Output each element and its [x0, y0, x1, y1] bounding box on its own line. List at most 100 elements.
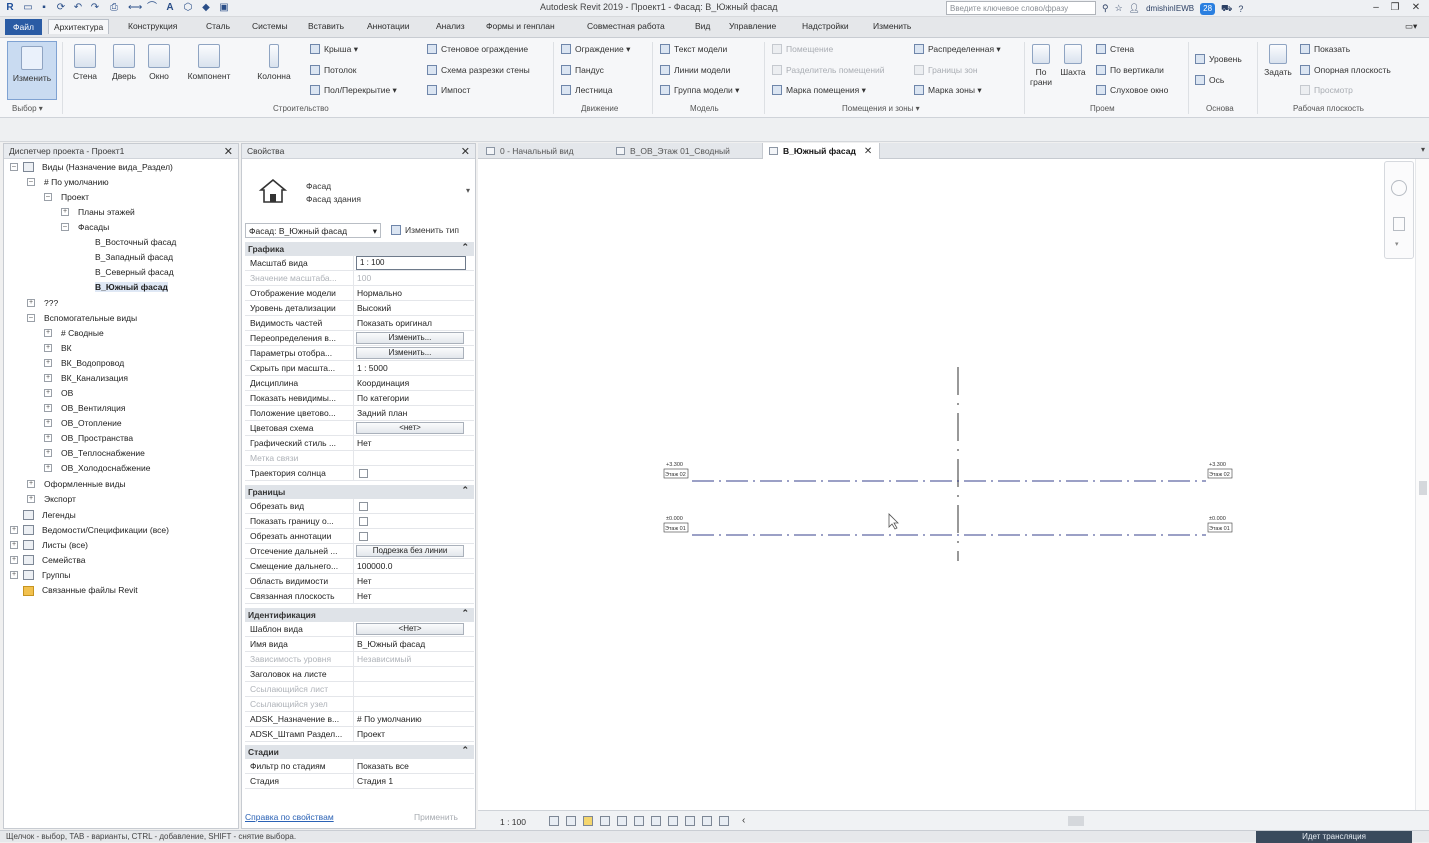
user-icon[interactable]: 👤︎ [1129, 3, 1140, 14]
tree-node-ov[interactable]: ОВ [61, 388, 73, 398]
prop-value[interactable]: Нет [357, 438, 469, 448]
room-group-label[interactable]: Помещения и зоны ▾ [842, 104, 920, 113]
sun-path-checkbox[interactable] [359, 469, 368, 478]
level-button[interactable]: Уровень [1195, 54, 1242, 64]
temporary-hide-icon[interactable] [668, 816, 678, 826]
prop-value[interactable]: # По умолчанию [357, 714, 469, 724]
redo-icon[interactable]: ↷ [89, 2, 101, 14]
collapse-icon[interactable]: – [10, 163, 18, 171]
ramp-button[interactable]: Пандус [561, 65, 604, 75]
collapse-icon[interactable]: – [61, 223, 69, 231]
text-icon[interactable]: A [164, 2, 176, 14]
tab-systems[interactable]: Системы [252, 21, 288, 31]
view-scale[interactable]: 1 : 100 [500, 817, 526, 827]
shadows-icon[interactable] [600, 816, 610, 826]
print-icon[interactable]: ⎙ [108, 2, 120, 14]
type-name[interactable]: Фасад Фасад здания [306, 180, 361, 206]
tab-south-elevation[interactable]: В_Южный фасад ✕ [762, 143, 881, 159]
expand-icon[interactable]: + [27, 495, 35, 503]
sync-icon[interactable]: ⟳ [55, 2, 67, 14]
expand-icon[interactable]: + [44, 344, 52, 352]
revit-logo-icon[interactable]: R [4, 2, 16, 14]
prop-value[interactable]: По категории [357, 393, 469, 403]
tree-node-north-elevation[interactable]: В_Северный фасад [95, 267, 174, 277]
tree-node-ov-cold-supply[interactable]: ОВ_Холодоснабжение [61, 463, 150, 473]
horizontal-scrollbar[interactable] [1068, 816, 1084, 826]
expand-icon[interactable]: + [10, 571, 18, 579]
expand-icon[interactable]: + [44, 389, 52, 397]
properties-help-link[interactable]: Справка по свойствам [245, 812, 334, 822]
tree-node-auxiliary-views[interactable]: Вспомогательные виды [44, 313, 137, 323]
tree-node-project[interactable]: Проект [61, 192, 89, 202]
prop-value[interactable]: Задний план [357, 408, 469, 418]
vertical-opening-button[interactable]: По вертикали [1096, 65, 1164, 75]
restore-icon[interactable]: ❐ [1388, 1, 1402, 15]
dormer-button[interactable]: Слуховое окно [1096, 85, 1168, 95]
tab-annotate[interactable]: Аннотации [367, 21, 410, 31]
tree-node-sheets[interactable]: Листы (все) [42, 540, 88, 550]
section-icon[interactable]: ◆ [200, 2, 212, 14]
tree-node-unknown[interactable]: ??? [44, 298, 58, 308]
crop-region-visible-checkbox[interactable] [359, 517, 368, 526]
select-group-label[interactable]: Выбор ▾ [12, 104, 43, 113]
curtain-system-button[interactable]: Стеновое ограждение [427, 44, 528, 54]
tree-node-vk-water[interactable]: ВК_Водопровод [61, 358, 124, 368]
close-icon[interactable]: ✕ [864, 146, 872, 157]
chevron-down-icon[interactable]: ▾ [1421, 145, 1425, 154]
save-icon[interactable]: ▪ [38, 2, 50, 14]
sun-path-icon[interactable] [583, 816, 593, 826]
star-icon[interactable]: ☆ [1115, 3, 1123, 14]
section-extents[interactable]: Границы ⌃ [245, 485, 474, 499]
prop-row[interactable]: Отображение модели Нормально [245, 286, 474, 301]
tab-manage[interactable]: Управление [729, 21, 776, 31]
model-line-button[interactable]: Линии модели [660, 65, 730, 75]
modify-tool[interactable]: Изменить [9, 46, 55, 83]
column-button[interactable]: Колонна [250, 44, 298, 81]
prop-value[interactable]: Высокий [357, 303, 469, 313]
railing-button[interactable]: Ограждение ▾ [561, 44, 630, 55]
prop-row[interactable]: Положение цветово... Задний план [245, 406, 474, 421]
edit-type-button[interactable]: Изменить тип [388, 223, 473, 238]
search-input[interactable]: Введите ключевое слово/фразу [946, 1, 1096, 15]
tree-node-legends[interactable]: Легенды [42, 510, 76, 520]
close-icon[interactable]: ✕ [224, 145, 233, 158]
ribbon-options-icon[interactable]: ▭▾ [1405, 21, 1417, 32]
steering-wheel-icon[interactable] [1391, 180, 1407, 196]
reveal-hidden-icon[interactable] [685, 816, 695, 826]
tab-massing-site[interactable]: Формы и генплан [486, 21, 555, 31]
crop-view-checkbox[interactable] [359, 502, 368, 511]
apply-button[interactable]: Применить [414, 812, 458, 822]
expand-icon[interactable]: + [44, 404, 52, 412]
tree-node-default[interactable]: # По умолчанию [44, 177, 109, 187]
tree-node-ov-spaces[interactable]: ОВ_Пространства [61, 433, 133, 443]
wall-opening-button[interactable]: Стена [1096, 44, 1134, 54]
section-identity[interactable]: Идентификация ⌃ [245, 608, 474, 622]
prop-row[interactable]: Дисциплина Координация [245, 376, 474, 391]
tab-collaborate[interactable]: Совместная работа [587, 21, 665, 31]
close-icon[interactable]: ✕ [1409, 1, 1423, 15]
tree-node-revit-links[interactable]: Связанные файлы Revit [42, 585, 138, 595]
show-workplane-button[interactable]: Показать [1300, 44, 1350, 54]
tree-node-east-elevation[interactable]: В_Восточный фасад [95, 237, 176, 247]
crop-region-icon[interactable] [651, 816, 661, 826]
section-phasing[interactable]: Стадии ⌃ [245, 745, 474, 759]
ref-plane-button[interactable]: Опорная плоскость [1300, 65, 1391, 75]
ceiling-button[interactable]: Потолок [310, 65, 357, 75]
tab-steel[interactable]: Сталь [206, 21, 230, 31]
measure-icon[interactable]: ⟷ [128, 2, 142, 14]
area-button[interactable]: Распределенная ▾ [914, 44, 1001, 55]
prop-value[interactable]: Нет [357, 591, 469, 601]
expand-icon[interactable]: + [61, 208, 69, 216]
tab-file[interactable]: Файл [5, 19, 42, 35]
annotation-crop-checkbox[interactable] [359, 532, 368, 541]
crop-view-icon[interactable] [634, 816, 644, 826]
grid-button[interactable]: Ось [1195, 75, 1224, 85]
tree-node-ov-heat-supply[interactable]: ОВ_Теплоснабжение [61, 448, 145, 458]
tree-node-south-elevation[interactable]: В_Южный фасад [95, 282, 168, 292]
prop-row[interactable]: Связанная плоскость Нет [245, 589, 474, 604]
tab-start-view[interactable]: 0 - Начальный вид [480, 143, 581, 159]
floor-button[interactable]: Пол/Перекрытие ▾ [310, 85, 397, 96]
close-icon[interactable]: ✕ [461, 145, 470, 158]
vg-overrides-edit-button[interactable]: Изменить... [356, 332, 464, 344]
close-hidden-icon[interactable]: ▣ [218, 2, 230, 14]
